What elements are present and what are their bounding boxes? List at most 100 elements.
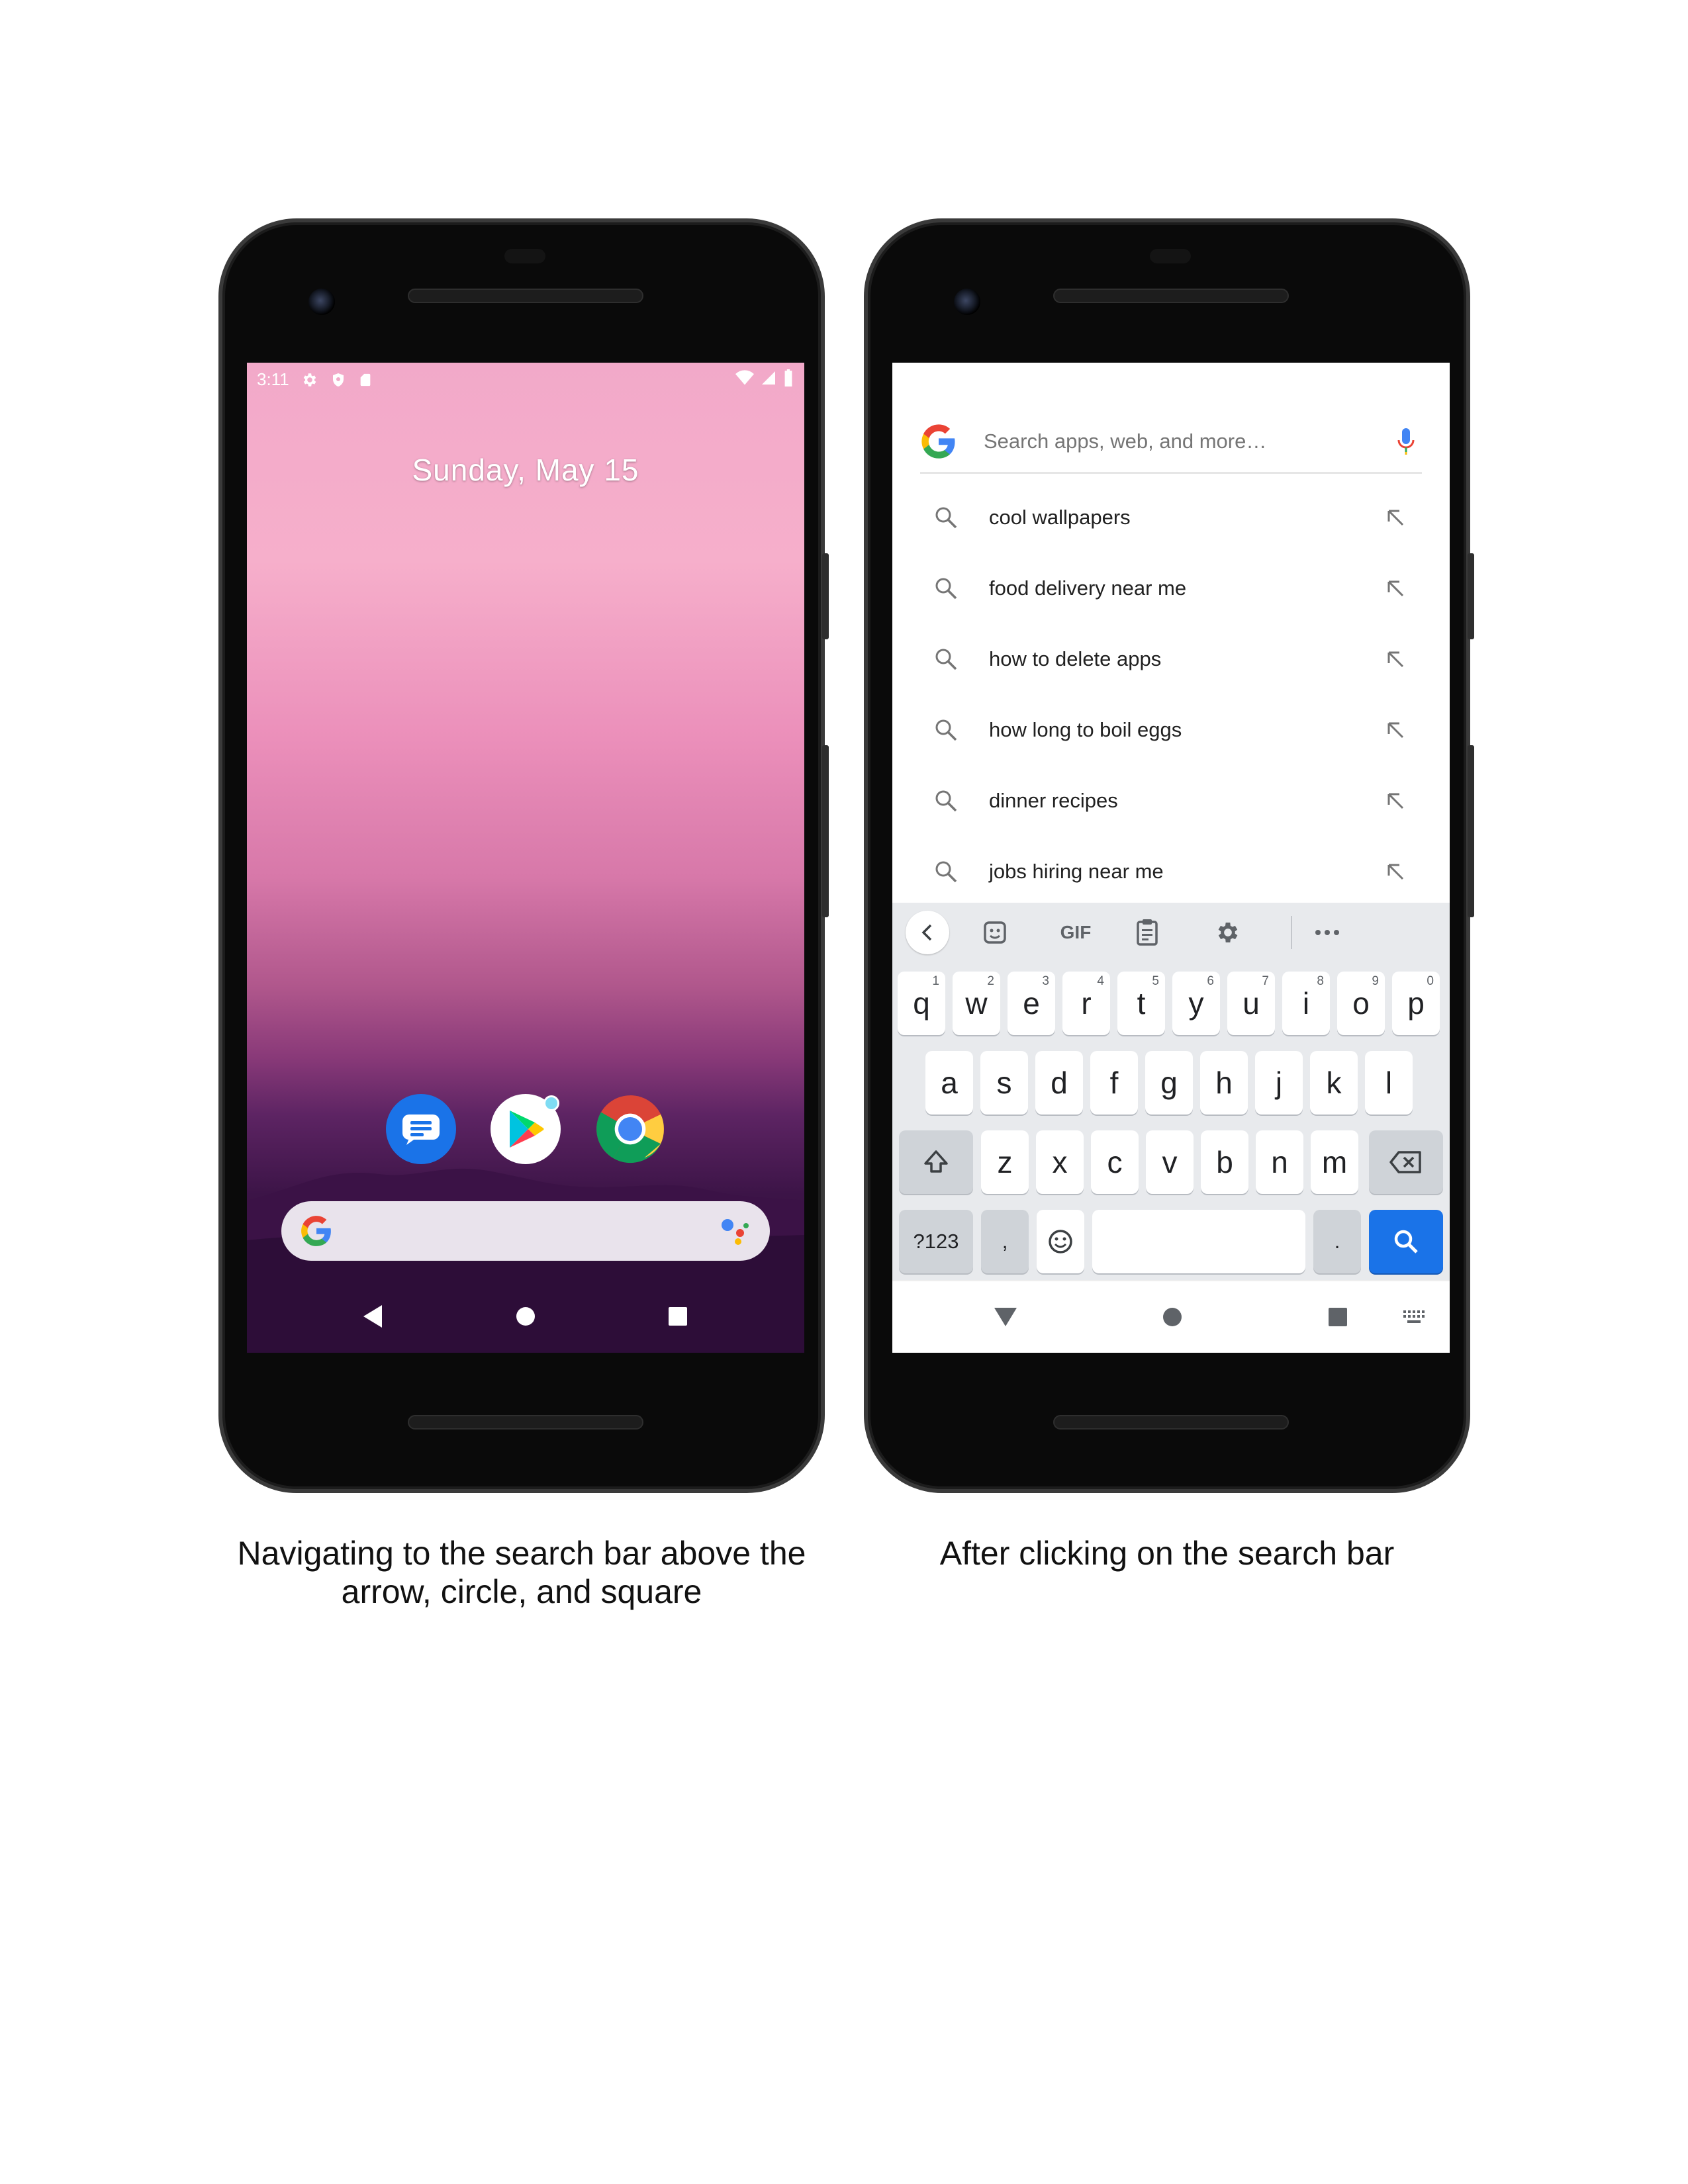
more-icon[interactable] bbox=[1304, 909, 1350, 956]
chevron-left-icon[interactable] bbox=[906, 911, 949, 954]
key-k[interactable]: k bbox=[1310, 1051, 1358, 1115]
key-hint: 7 bbox=[1262, 974, 1269, 988]
comma-key[interactable]: , bbox=[981, 1210, 1029, 1273]
back-triangle-icon[interactable] bbox=[363, 1305, 383, 1328]
key-t[interactable]: t5 bbox=[1117, 972, 1165, 1035]
key-y[interactable]: y6 bbox=[1172, 972, 1220, 1035]
key-i[interactable]: i8 bbox=[1282, 972, 1330, 1035]
home-circle-icon[interactable] bbox=[516, 1306, 536, 1326]
key-f[interactable]: f bbox=[1090, 1051, 1138, 1115]
emoji-key[interactable] bbox=[1037, 1210, 1084, 1273]
key-n[interactable]: n bbox=[1256, 1130, 1303, 1194]
suggestion-item[interactable]: jobs hiring near me bbox=[920, 836, 1422, 907]
suggestion-text: how to delete apps bbox=[989, 647, 1162, 670]
suggestion-item[interactable]: how to delete apps bbox=[920, 623, 1422, 694]
power-button bbox=[1468, 553, 1474, 639]
google-search-widget[interactable] bbox=[281, 1201, 770, 1261]
gear-icon[interactable] bbox=[1205, 909, 1251, 956]
google-g-icon bbox=[921, 424, 955, 459]
search-icon bbox=[929, 506, 962, 529]
key-v[interactable]: v bbox=[1146, 1130, 1194, 1194]
key-a[interactable]: a bbox=[925, 1051, 973, 1115]
gif-label: GIF bbox=[1060, 922, 1092, 942]
key-j[interactable]: j bbox=[1255, 1051, 1303, 1115]
search-input[interactable] bbox=[984, 421, 1390, 461]
key-label: t bbox=[1137, 986, 1146, 1021]
recents-square-icon[interactable] bbox=[1328, 1307, 1348, 1327]
space-key[interactable] bbox=[1092, 1210, 1305, 1273]
key-m[interactable]: m bbox=[1311, 1130, 1358, 1194]
suggestion-item[interactable]: food delivery near me bbox=[920, 553, 1422, 623]
backspace-key[interactable] bbox=[1369, 1130, 1443, 1194]
fill-query-arrow-icon[interactable] bbox=[1376, 792, 1415, 810]
symbols-key[interactable]: ?123 bbox=[899, 1210, 973, 1273]
key-hint: 0 bbox=[1427, 974, 1434, 988]
suggestion-text: food delivery near me bbox=[989, 576, 1187, 600]
period-key[interactable]: . bbox=[1313, 1210, 1361, 1273]
key-g[interactable]: g bbox=[1145, 1051, 1193, 1115]
key-q[interactable]: q1 bbox=[898, 972, 945, 1035]
suggestion-item[interactable]: cool wallpapers bbox=[920, 482, 1422, 553]
mic-icon[interactable] bbox=[1390, 427, 1422, 456]
volume-button bbox=[822, 745, 829, 917]
gif-icon[interactable]: GIF bbox=[1046, 909, 1105, 956]
proximity-sensor bbox=[504, 249, 545, 263]
suggestion-list: cool wallpapers food delivery near me how … bbox=[920, 482, 1422, 907]
key-b[interactable]: b bbox=[1201, 1130, 1248, 1194]
shift-key[interactable] bbox=[899, 1130, 973, 1194]
toolbar-divider bbox=[1291, 916, 1292, 949]
phone-frame-left: 3:11 Sunday, May 15 bbox=[218, 218, 829, 1493]
status-bar: 3:11 bbox=[247, 363, 804, 393]
google-assistant-icon bbox=[722, 1219, 749, 1245]
key-p[interactable]: p0 bbox=[1392, 972, 1440, 1035]
key-r[interactable]: r4 bbox=[1062, 972, 1110, 1035]
chrome-app-icon[interactable] bbox=[595, 1094, 665, 1164]
fill-query-arrow-icon[interactable] bbox=[1376, 862, 1415, 881]
play-store-app-icon[interactable] bbox=[491, 1094, 561, 1164]
search-icon bbox=[929, 577, 962, 600]
keyboard-switch-icon[interactable] bbox=[1402, 1309, 1426, 1326]
clipboard-icon[interactable] bbox=[1124, 909, 1170, 956]
back-down-triangle-icon[interactable] bbox=[994, 1308, 1017, 1326]
suggestion-item[interactable]: how long to boil eggs bbox=[920, 694, 1422, 765]
key-label: e bbox=[1023, 986, 1040, 1021]
key-l[interactable]: l bbox=[1365, 1051, 1413, 1115]
key-u[interactable]: u7 bbox=[1227, 972, 1275, 1035]
volume-button bbox=[1468, 745, 1474, 917]
navigation-bar bbox=[892, 1280, 1450, 1353]
date-widget[interactable]: Sunday, May 15 bbox=[247, 452, 804, 488]
fill-query-arrow-icon[interactable] bbox=[1376, 579, 1415, 598]
signal-icon bbox=[762, 371, 775, 385]
key-s[interactable]: s bbox=[980, 1051, 1028, 1115]
key-label: i bbox=[1302, 986, 1310, 1021]
keyboard: GIF ?123 , . q 1 w 2 e 3 r 4 t 5 y 6 u 7… bbox=[892, 903, 1450, 1280]
search-enter-key[interactable] bbox=[1369, 1210, 1443, 1273]
key-w[interactable]: w2 bbox=[953, 972, 1000, 1035]
suggestion-text: cool wallpapers bbox=[989, 505, 1131, 529]
sticker-icon[interactable] bbox=[972, 909, 1018, 956]
key-label: w bbox=[965, 986, 988, 1021]
key-d[interactable]: d bbox=[1035, 1051, 1083, 1115]
caption-left: Navigating to the search bar above the a… bbox=[237, 1535, 806, 1610]
recents-square-icon[interactable] bbox=[668, 1306, 688, 1326]
app-dock bbox=[247, 1094, 804, 1164]
suggestion-item[interactable]: dinner recipes bbox=[920, 765, 1422, 836]
fill-query-arrow-icon[interactable] bbox=[1376, 721, 1415, 739]
shift-icon bbox=[924, 1150, 948, 1173]
key-h[interactable]: h bbox=[1200, 1051, 1248, 1115]
key-c[interactable]: c bbox=[1091, 1130, 1139, 1194]
search-icon bbox=[929, 719, 962, 741]
key-o[interactable]: o9 bbox=[1337, 972, 1385, 1035]
fill-query-arrow-icon[interactable] bbox=[1376, 650, 1415, 668]
key-x[interactable]: x bbox=[1036, 1130, 1084, 1194]
home-circle-icon[interactable] bbox=[1162, 1307, 1182, 1327]
front-camera-icon bbox=[308, 289, 335, 315]
key-hint: 9 bbox=[1372, 974, 1379, 988]
key-label: p bbox=[1407, 986, 1425, 1021]
key-e[interactable]: e3 bbox=[1008, 972, 1055, 1035]
fill-query-arrow-icon[interactable] bbox=[1376, 508, 1415, 527]
messages-app-icon[interactable] bbox=[386, 1094, 456, 1164]
key-z[interactable]: z bbox=[981, 1130, 1029, 1194]
navigation-bar bbox=[247, 1280, 804, 1353]
key-hint: 3 bbox=[1042, 974, 1049, 988]
